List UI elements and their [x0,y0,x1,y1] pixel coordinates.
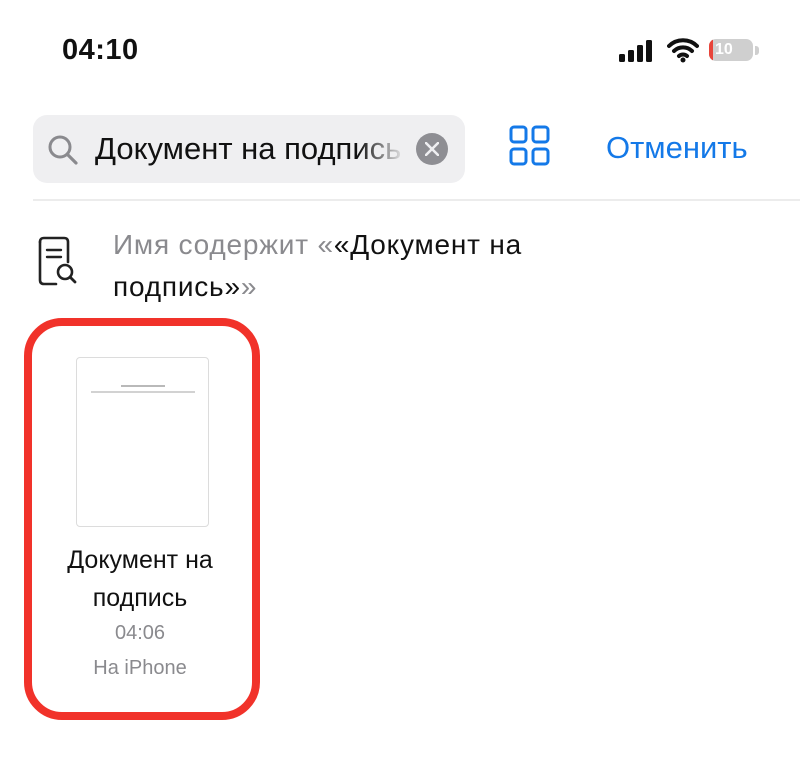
suggestion-suffix: » [240,271,258,302]
battery-body: 10 [709,39,753,61]
battery-level: 10 [715,41,733,58]
signal-icon [619,40,652,62]
search-icon [48,135,78,165]
files-search-screen: 04:10 10 Документ на подпись Отменить Им… [0,0,800,779]
battery-charging-icon: 10 [709,39,761,63]
clear-search-button[interactable] [416,133,448,165]
clear-icon [425,142,439,156]
grid-view-icon[interactable] [509,125,551,167]
thumbnail-text-line [91,391,195,393]
file-location: На iPhone [93,657,187,679]
file-name[interactable]: Документ на подпись [40,541,240,617]
file-time: 04:06 [114,622,166,644]
battery-fill [709,39,713,61]
thumbnail-text-line [121,385,165,387]
suggestion-prefix: Имя содержит « [113,229,334,260]
wifi-icon [667,38,699,63]
document-search-icon [38,236,77,286]
divider [33,199,800,201]
status-time: 04:10 [62,34,139,66]
battery-cap [755,46,759,55]
cancel-button[interactable]: Отменить [606,128,748,168]
search-field[interactable]: Документ на подпись [33,115,465,183]
search-input[interactable]: Документ на подпись [95,129,405,169]
file-thumbnail[interactable] [76,357,209,527]
search-suggestion[interactable]: Имя содержит ««Документ на подпись»» [113,224,583,308]
